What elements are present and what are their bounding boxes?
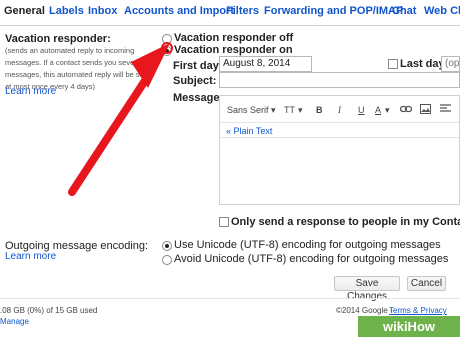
wikihow-watermark: wikiHow xyxy=(358,316,460,337)
red-arrow-annotation xyxy=(68,42,173,196)
